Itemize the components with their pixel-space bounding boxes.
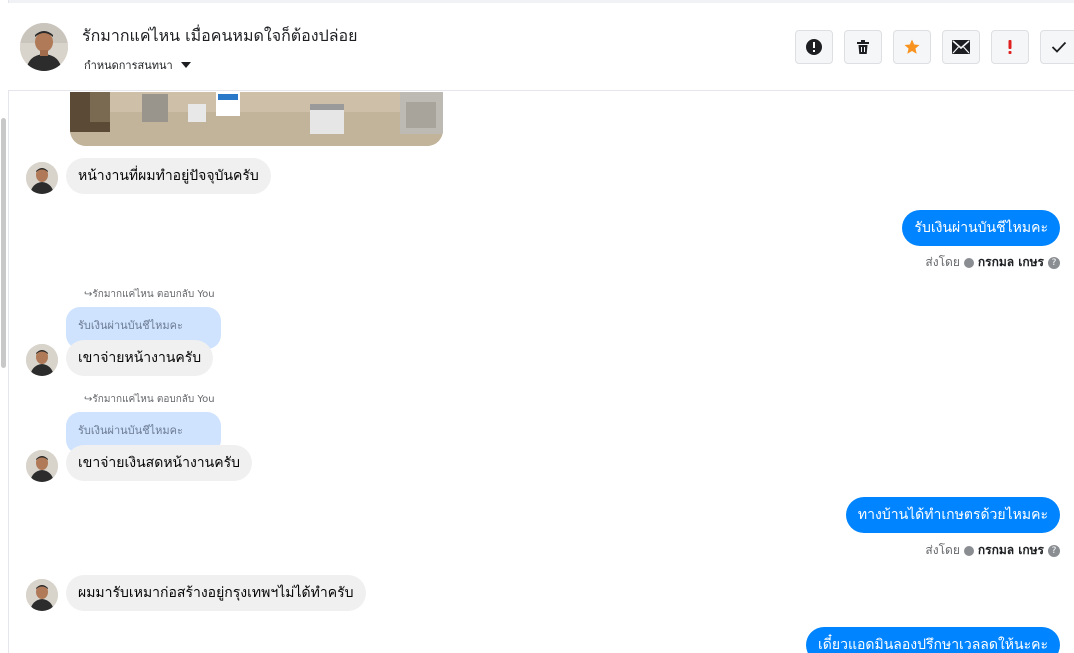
important-button[interactable] <box>991 30 1029 64</box>
star-icon <box>904 39 920 54</box>
sender-name[interactable]: กรกมล เกษร <box>978 541 1044 560</box>
outgoing-message[interactable]: รับเงินผ่านบันชีไหมคะ <box>902 210 1060 246</box>
check-icon <box>1051 41 1067 53</box>
message-thread[interactable]: หน้างานที่ผมทำอยู่ปัจจุบันครับ รับเงินผ่… <box>8 92 1074 653</box>
verified-icon <box>963 545 974 556</box>
schedule-label: กำหนดการสนทนา <box>84 59 173 72</box>
incoming-message[interactable]: หน้างานที่ผมทำอยู่ปัจจุบันครับ <box>66 158 271 194</box>
outgoing-message[interactable]: ทางบ้านได้ทำเกษตรด้วยไหมคะ <box>845 497 1060 533</box>
outgoing-message[interactable]: เดี๋ยวแอดมินลองปรึกษาเวลลดให้นะคะ <box>806 627 1060 653</box>
help-icon[interactable]: ? <box>1048 256 1060 269</box>
reply-header: ↪รักมากแค่ไหน ตอบกลับ You <box>84 392 215 407</box>
incoming-message[interactable]: ผมมารับเหมาก่อสร้างอยู่กรุงเทพฯไม่ได้ทำค… <box>66 575 366 611</box>
reply-header-text: รักมากแค่ไหน ตอบกลับ You <box>92 289 215 300</box>
envelope-icon <box>952 40 970 54</box>
reply-header: ↪รักมากแค่ไหน ตอบกลับ You <box>84 287 215 302</box>
trash-icon <box>857 40 869 54</box>
contact-avatar[interactable] <box>20 23 68 71</box>
report-button[interactable] <box>795 30 833 64</box>
sent-by-label: ส่งโดย <box>925 543 960 557</box>
verified-icon <box>963 257 974 268</box>
scrollbar-thumb[interactable] <box>1 118 6 368</box>
reply-header-text: รักมากแค่ไหน ตอบกลับ You <box>92 394 215 405</box>
contact-avatar-small[interactable] <box>26 579 58 611</box>
mail-button[interactable] <box>942 30 980 64</box>
sent-by-label: ส่งโดย <box>925 255 960 269</box>
caret-down-icon <box>180 62 191 68</box>
sent-by-info: ส่งโดย กรกมล เกษร ? <box>925 253 1060 272</box>
sent-by-info: ส่งโดย กรกมล เกษร ? <box>925 541 1060 560</box>
conversation-schedule-dropdown[interactable]: กำหนดการสนทนา <box>84 56 191 74</box>
contact-avatar-small[interactable] <box>26 344 58 376</box>
incoming-message[interactable]: เขาจ่ายหน้างานครับ <box>66 340 214 376</box>
exclamation-circle-icon <box>806 39 822 55</box>
contact-avatar-small[interactable] <box>26 162 58 194</box>
done-button[interactable] <box>1040 30 1074 64</box>
delete-button[interactable] <box>844 30 882 64</box>
incoming-message[interactable]: เขาจ่ายเงินสดหน้างานครับ <box>66 445 253 481</box>
attached-photo[interactable] <box>70 92 443 146</box>
sender-name[interactable]: กรกมล เกษร <box>978 253 1044 272</box>
header-actions <box>795 30 1074 64</box>
exclamation-icon <box>1008 40 1012 54</box>
contact-name: รักมากแค่ไหน เมื่อคนหมดใจก็ต้องปล่อย <box>82 26 358 45</box>
star-button[interactable] <box>893 30 931 64</box>
conversation-header: รักมากแค่ไหน เมื่อคนหมดใจก็ต้องปล่อย กำห… <box>8 3 1074 91</box>
contact-avatar-small[interactable] <box>26 450 58 482</box>
help-icon[interactable]: ? <box>1048 544 1060 557</box>
